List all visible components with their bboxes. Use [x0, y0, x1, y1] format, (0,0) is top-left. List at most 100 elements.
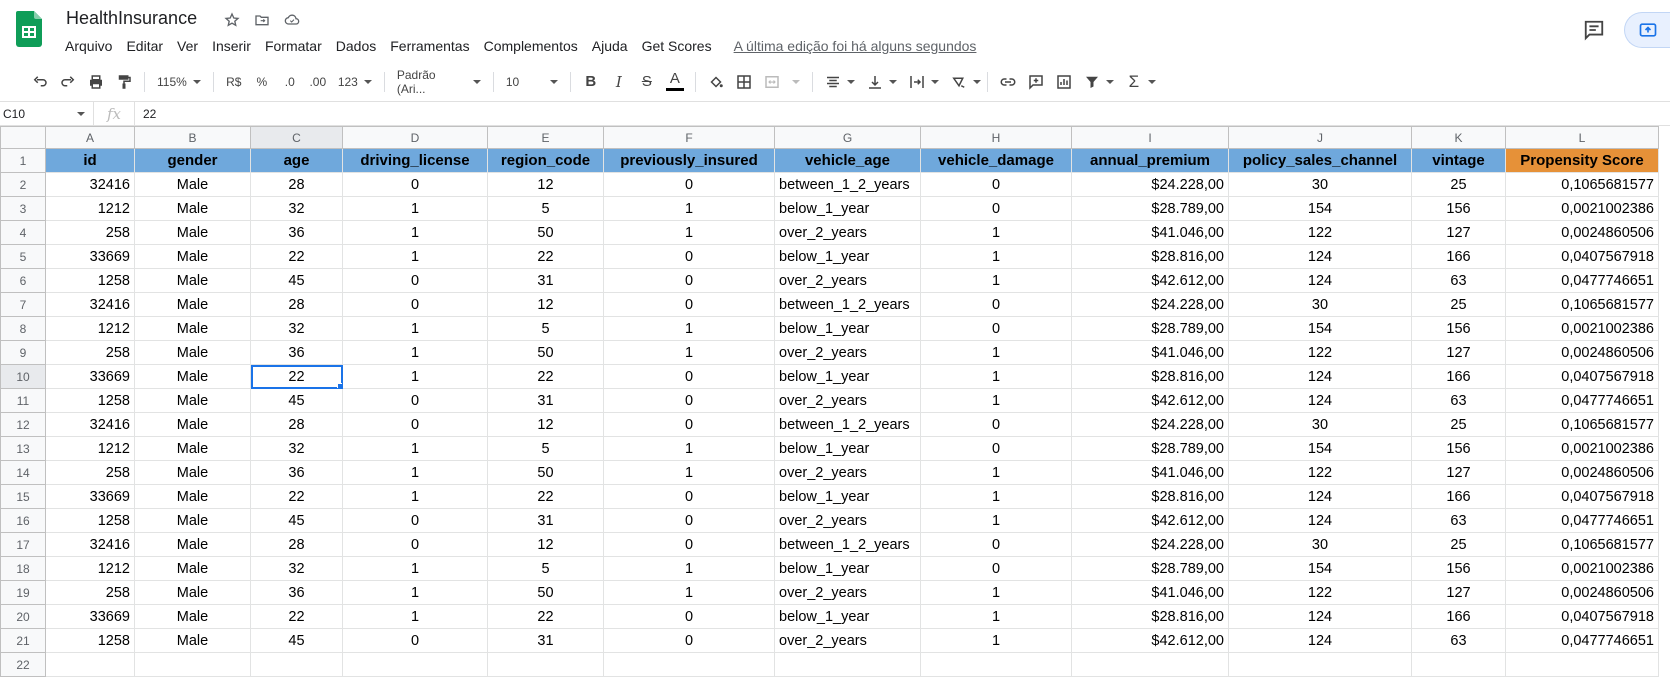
table-cell[interactable]: 1 — [603, 556, 775, 581]
table-cell[interactable]: over_2_years — [774, 220, 921, 245]
borders-icon[interactable] — [730, 68, 758, 96]
table-cell[interactable]: 50 — [487, 580, 604, 605]
table-cell[interactable]: $28.789,00 — [1071, 556, 1229, 581]
table-cell[interactable]: $28.816,00 — [1071, 244, 1229, 269]
table-cell[interactable]: 1 — [603, 436, 775, 461]
table-cell[interactable]: 124 — [1228, 628, 1412, 653]
table-cell[interactable]: 32416 — [45, 532, 135, 557]
table-cell[interactable]: over_2_years — [774, 340, 921, 365]
table-cell[interactable]: 1 — [603, 340, 775, 365]
table-cell[interactable]: 31 — [487, 388, 604, 413]
table-cell[interactable]: 0,1065681577 — [1505, 292, 1659, 317]
table-cell[interactable]: 1 — [920, 268, 1072, 293]
table-cell[interactable]: 32 — [250, 196, 343, 221]
table-cell[interactable]: 0 — [603, 508, 775, 533]
table-cell[interactable]: 0 — [342, 412, 488, 437]
header-cell[interactable]: annual_premium — [1071, 148, 1229, 173]
select-all-corner[interactable] — [0, 126, 46, 149]
table-cell[interactable]: 32 — [250, 556, 343, 581]
table-cell[interactable]: 1 — [342, 244, 488, 269]
row-header[interactable]: 9 — [0, 340, 46, 365]
table-cell[interactable]: $28.789,00 — [1071, 316, 1229, 341]
table-cell[interactable]: over_2_years — [774, 508, 921, 533]
row-header[interactable]: 5 — [0, 244, 46, 269]
currency-button[interactable]: R$ — [220, 68, 248, 96]
table-cell[interactable]: 5 — [487, 316, 604, 341]
row-header[interactable]: 2 — [0, 172, 46, 197]
decrease-decimal-button[interactable]: .0 — [276, 68, 304, 96]
column-header-j[interactable]: J — [1228, 126, 1412, 149]
row-header[interactable]: 11 — [0, 388, 46, 413]
table-cell[interactable]: 33669 — [45, 484, 135, 509]
table-cell[interactable]: 0 — [920, 436, 1072, 461]
table-cell[interactable]: 32 — [250, 436, 343, 461]
table-cell[interactable]: 0,1065681577 — [1505, 532, 1659, 557]
header-cell[interactable]: gender — [134, 148, 251, 173]
row-header[interactable]: 20 — [0, 604, 46, 629]
header-cell[interactable]: age — [250, 148, 343, 173]
table-cell[interactable]: Male — [134, 508, 251, 533]
table-cell[interactable]: between_1_2_years — [774, 172, 921, 197]
table-cell[interactable]: over_2_years — [774, 580, 921, 605]
table-cell[interactable]: 63 — [1411, 508, 1506, 533]
row-header[interactable]: 15 — [0, 484, 46, 509]
table-cell[interactable]: 0,0024860506 — [1505, 580, 1659, 605]
table-cell[interactable]: Male — [134, 292, 251, 317]
document-title[interactable]: HealthInsurance — [66, 8, 197, 29]
print-icon[interactable] — [82, 68, 110, 96]
table-cell[interactable]: 166 — [1411, 604, 1506, 629]
table-cell[interactable]: 1 — [342, 364, 488, 389]
table-cell[interactable]: over_2_years — [774, 460, 921, 485]
table-cell[interactable]: 1 — [920, 580, 1072, 605]
table-cell[interactable]: 0,0024860506 — [1505, 340, 1659, 365]
column-header-l[interactable]: L — [1505, 126, 1659, 149]
row-header[interactable]: 10 — [0, 364, 46, 389]
font-size-dropdown[interactable]: 10 — [500, 75, 564, 89]
table-cell[interactable]: 30 — [1228, 532, 1412, 557]
table-cell[interactable]: 30 — [1228, 412, 1412, 437]
table-cell[interactable]: 127 — [1411, 340, 1506, 365]
table-cell[interactable]: Male — [134, 460, 251, 485]
table-cell[interactable]: 1 — [342, 340, 488, 365]
table-cell[interactable]: 32416 — [45, 412, 135, 437]
table-cell[interactable] — [45, 652, 135, 677]
table-cell[interactable]: 1 — [603, 580, 775, 605]
undo-icon[interactable] — [26, 68, 54, 96]
table-cell[interactable]: $24.228,00 — [1071, 172, 1229, 197]
table-cell[interactable]: $42.612,00 — [1071, 388, 1229, 413]
table-cell[interactable]: 1212 — [45, 316, 135, 341]
table-cell[interactable]: 31 — [487, 628, 604, 653]
column-header-b[interactable]: B — [134, 126, 251, 149]
cloud-saved-icon[interactable] — [282, 10, 302, 30]
table-cell[interactable]: 0,0477746651 — [1505, 508, 1659, 533]
table-cell[interactable]: 30 — [1228, 172, 1412, 197]
table-cell[interactable]: 166 — [1411, 244, 1506, 269]
fill-color-icon[interactable] — [702, 68, 730, 96]
last-edit-link[interactable]: A última edição foi há alguns segundos — [727, 36, 984, 56]
column-header-h[interactable]: H — [920, 126, 1072, 149]
table-cell[interactable] — [774, 652, 921, 677]
row-header[interactable]: 17 — [0, 532, 46, 557]
table-cell[interactable]: 32 — [250, 316, 343, 341]
column-header-g[interactable]: G — [774, 126, 921, 149]
table-cell[interactable]: 45 — [250, 628, 343, 653]
table-cell[interactable]: 1 — [920, 364, 1072, 389]
table-cell[interactable]: below_1_year — [774, 556, 921, 581]
table-cell[interactable]: 1 — [342, 460, 488, 485]
table-cell[interactable]: 0,0024860506 — [1505, 220, 1659, 245]
table-cell[interactable]: 1212 — [45, 436, 135, 461]
table-cell[interactable]: 124 — [1228, 268, 1412, 293]
menu-dados[interactable]: Dados — [329, 36, 383, 56]
table-cell[interactable]: 258 — [45, 340, 135, 365]
table-cell[interactable]: 1 — [920, 484, 1072, 509]
text-wrapping-icon[interactable] — [903, 68, 931, 96]
strikethrough-icon[interactable]: S — [633, 68, 661, 96]
table-cell[interactable] — [603, 652, 775, 677]
move-folder-icon[interactable] — [252, 10, 272, 30]
table-cell[interactable]: 0,0477746651 — [1505, 628, 1659, 653]
text-rotation-icon[interactable] — [945, 68, 973, 96]
table-cell[interactable]: 0 — [920, 412, 1072, 437]
column-header-f[interactable]: F — [603, 126, 775, 149]
table-cell[interactable]: 31 — [487, 508, 604, 533]
table-cell[interactable]: between_1_2_years — [774, 532, 921, 557]
